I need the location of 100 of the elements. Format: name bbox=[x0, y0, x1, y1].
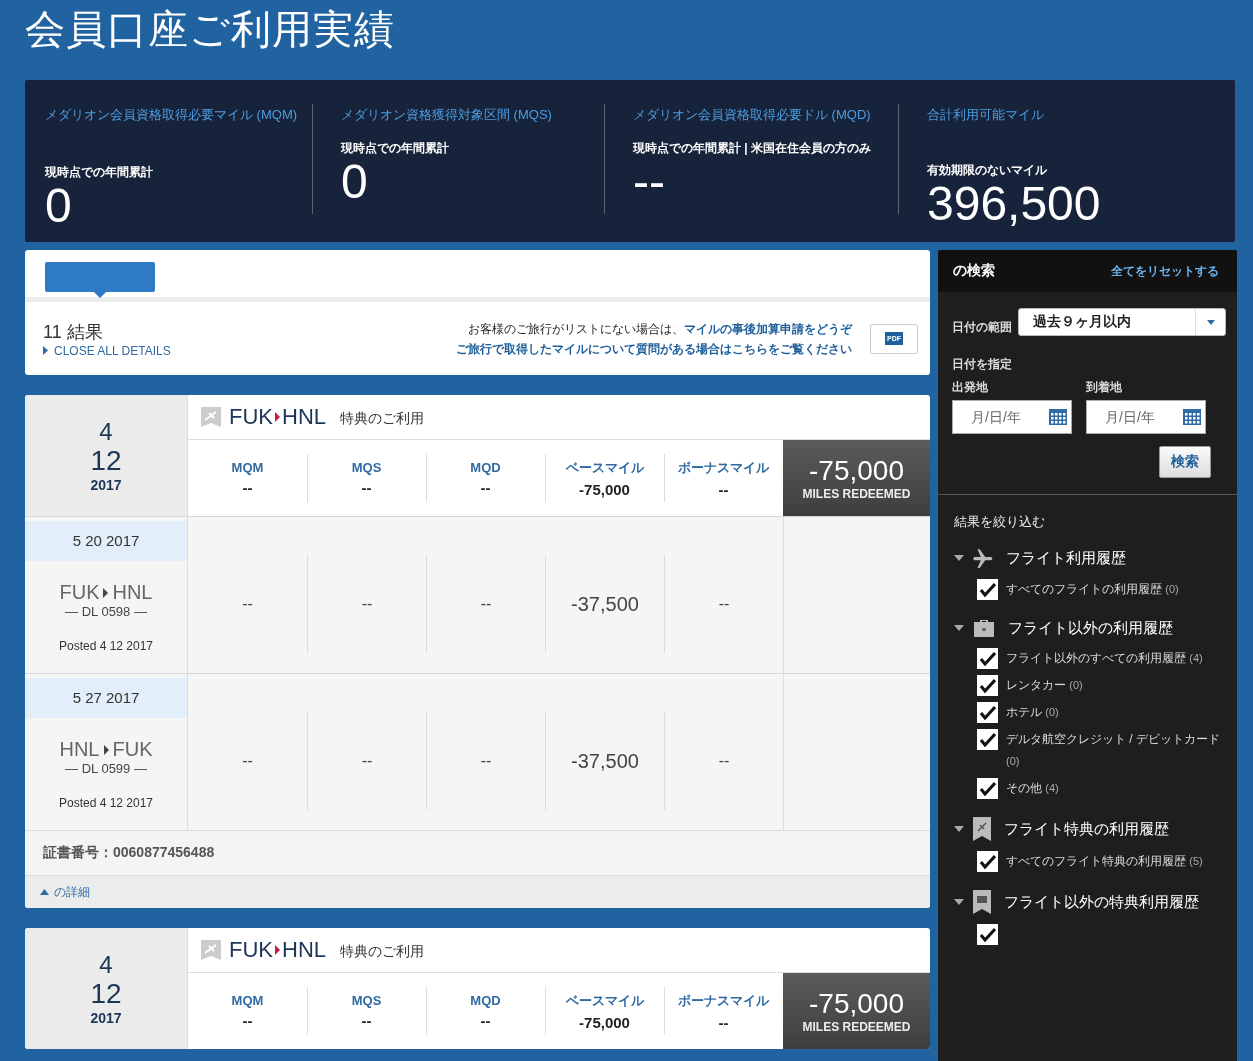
calendar-icon[interactable] bbox=[1049, 409, 1067, 425]
caret-icon[interactable] bbox=[954, 553, 964, 563]
column-label: ベースマイル bbox=[565, 458, 644, 477]
filter-group-title[interactable]: フライト特典の利用履歴 bbox=[1004, 819, 1169, 839]
checkbox[interactable] bbox=[977, 851, 998, 872]
stat-title: メダリオン会員資格取得必要マイル (MQM) bbox=[45, 106, 299, 124]
selected-tab[interactable] bbox=[45, 262, 155, 298]
caret-icon[interactable] bbox=[954, 897, 964, 907]
column-label: ボーナスマイル bbox=[678, 991, 769, 1010]
stat-title: メダリオン資格獲得対象区間 (MQS) bbox=[341, 106, 553, 124]
route-arrow-icon bbox=[275, 945, 280, 955]
posted-date: Posted 4 12 2017 bbox=[58, 796, 154, 810]
filter-option: フライト以外のすべての利用履歴 (4) bbox=[1006, 647, 1226, 669]
stat-value: 0 bbox=[341, 157, 369, 207]
stat-subtitle: 現時点での年間累計 bbox=[45, 164, 154, 181]
route-arrow-icon bbox=[103, 587, 109, 598]
filter-group-title[interactable]: フライト以外の利用履歴 bbox=[1008, 618, 1173, 638]
segment-value: -37,500 bbox=[571, 749, 639, 773]
bookmark-card-icon bbox=[972, 890, 992, 914]
segment-value: -- bbox=[242, 595, 253, 613]
segment-value: -- bbox=[361, 595, 373, 613]
details-link[interactable]: の詳細 bbox=[40, 883, 90, 901]
filter-option: その他 (4) bbox=[1006, 777, 1226, 799]
destination-code: FUK bbox=[112, 738, 153, 761]
column-label: MQM bbox=[231, 993, 264, 1008]
column-label: ボーナスマイル bbox=[678, 458, 769, 477]
column-label: MQM bbox=[231, 460, 264, 475]
filter-option: デルタ航空クレジット / デビットカード (0) bbox=[1006, 728, 1226, 772]
filter-group-title[interactable]: フライト利用履歴 bbox=[1006, 548, 1126, 568]
stat-subtitle: 現時点での年間累計 bbox=[341, 140, 450, 157]
plane-tag-icon bbox=[201, 407, 221, 427]
segment-date: 5 20 2017 bbox=[25, 521, 187, 561]
segment-value: -- bbox=[480, 595, 492, 613]
total-label: MILES REDEEMED bbox=[802, 487, 911, 501]
claim-link[interactable]: マイルの事後加算申請をどうぞ bbox=[684, 321, 852, 336]
month-text: 4 bbox=[99, 951, 113, 978]
flight-number: — DL 0598 — bbox=[65, 604, 147, 619]
filter-option: すべてのフライト特典の利用履歴 (5) bbox=[1006, 850, 1226, 872]
sidebar-title: の検索 bbox=[953, 262, 995, 280]
origin-code: FUK bbox=[229, 937, 273, 963]
date-heading: 日付を指定 bbox=[952, 356, 1013, 373]
close-details-link[interactable]: CLOSE ALL DETAILS bbox=[43, 343, 456, 358]
day-text: 12 bbox=[90, 977, 122, 1010]
checkbox[interactable] bbox=[977, 648, 998, 669]
destination-code: HNL bbox=[282, 937, 326, 963]
caret-icon[interactable] bbox=[954, 623, 964, 633]
checkbox[interactable] bbox=[977, 675, 998, 696]
year-text: 2017 bbox=[90, 1009, 122, 1026]
reset-link[interactable]: 全てをリセットする bbox=[1111, 262, 1219, 280]
route-arrow-icon bbox=[275, 412, 280, 422]
stat-title: メダリオン会員資格取得必要ドル (MQD) bbox=[633, 106, 872, 124]
segment-value: -37,500 bbox=[571, 592, 639, 616]
column-value: -- bbox=[361, 1012, 372, 1029]
result-count: 11 結果 bbox=[43, 320, 104, 344]
segment-value: -- bbox=[480, 752, 492, 770]
column-label: ベースマイル bbox=[565, 991, 644, 1010]
page-title: 会員口座ご利用実績 bbox=[25, 6, 396, 53]
stat-subtitle: 現時点での年間累計 | 米国在住会員の方のみ bbox=[633, 140, 873, 157]
dropdown-icon bbox=[1206, 319, 1215, 325]
range-select[interactable]: 過去９ヶ月以内 bbox=[1018, 308, 1226, 336]
year-text: 2017 bbox=[90, 476, 122, 493]
filter-group-title[interactable]: フライト以外の特典利用履歴 bbox=[1004, 892, 1199, 912]
destination-code: HNL bbox=[282, 404, 326, 430]
filter-option: ホテル (0) bbox=[1006, 701, 1226, 723]
calendar-icon[interactable] bbox=[1183, 409, 1201, 425]
question-link[interactable]: ご旅行で取得したマイルについて質問がある場合はこちらをご覧ください bbox=[456, 341, 852, 356]
checkbox[interactable] bbox=[977, 778, 998, 799]
stat-title: 合計利用可能マイル bbox=[927, 106, 1045, 124]
posted-date: Posted 4 12 2017 bbox=[58, 639, 154, 653]
column-value: -- bbox=[480, 1012, 491, 1029]
column-value: -- bbox=[361, 479, 372, 496]
search-button[interactable]: 検索 bbox=[1159, 446, 1211, 478]
filter-option: すべてのフライトの利用履歴 (0) bbox=[1006, 578, 1226, 600]
segment-value: -- bbox=[718, 752, 730, 770]
field-label: 出発地 bbox=[952, 379, 989, 396]
column-value: -- bbox=[480, 479, 491, 496]
segment-value: -- bbox=[718, 595, 730, 613]
origin-code: FUK bbox=[229, 404, 273, 430]
column-value: -- bbox=[242, 1012, 253, 1029]
day-text: 12 bbox=[90, 444, 122, 477]
checkbox[interactable] bbox=[977, 924, 998, 945]
checkbox[interactable] bbox=[977, 579, 998, 600]
column-value: -- bbox=[242, 479, 253, 496]
total-label: MILES REDEEMED bbox=[802, 1020, 911, 1034]
date-field[interactable]: 月/日/年 bbox=[952, 400, 1072, 434]
column-label: MQD bbox=[470, 993, 501, 1008]
triangle-right-icon bbox=[43, 346, 48, 355]
caret-icon[interactable] bbox=[954, 824, 964, 834]
column-value: -- bbox=[718, 480, 729, 498]
checkbox[interactable] bbox=[977, 729, 998, 750]
origin-code: HNL bbox=[59, 738, 100, 761]
transaction-type: 特典のご利用 bbox=[340, 943, 424, 961]
column-label: MQS bbox=[351, 993, 382, 1008]
destination-code: HNL bbox=[112, 581, 153, 604]
stat-value: 396,500 bbox=[927, 179, 1102, 229]
flight-number: — DL 0599 — bbox=[65, 761, 147, 776]
checkbox[interactable] bbox=[977, 702, 998, 723]
route-arrow-icon bbox=[103, 744, 109, 755]
date-field[interactable]: 月/日/年 bbox=[1086, 400, 1206, 434]
bookmark-plane-icon bbox=[972, 817, 992, 841]
